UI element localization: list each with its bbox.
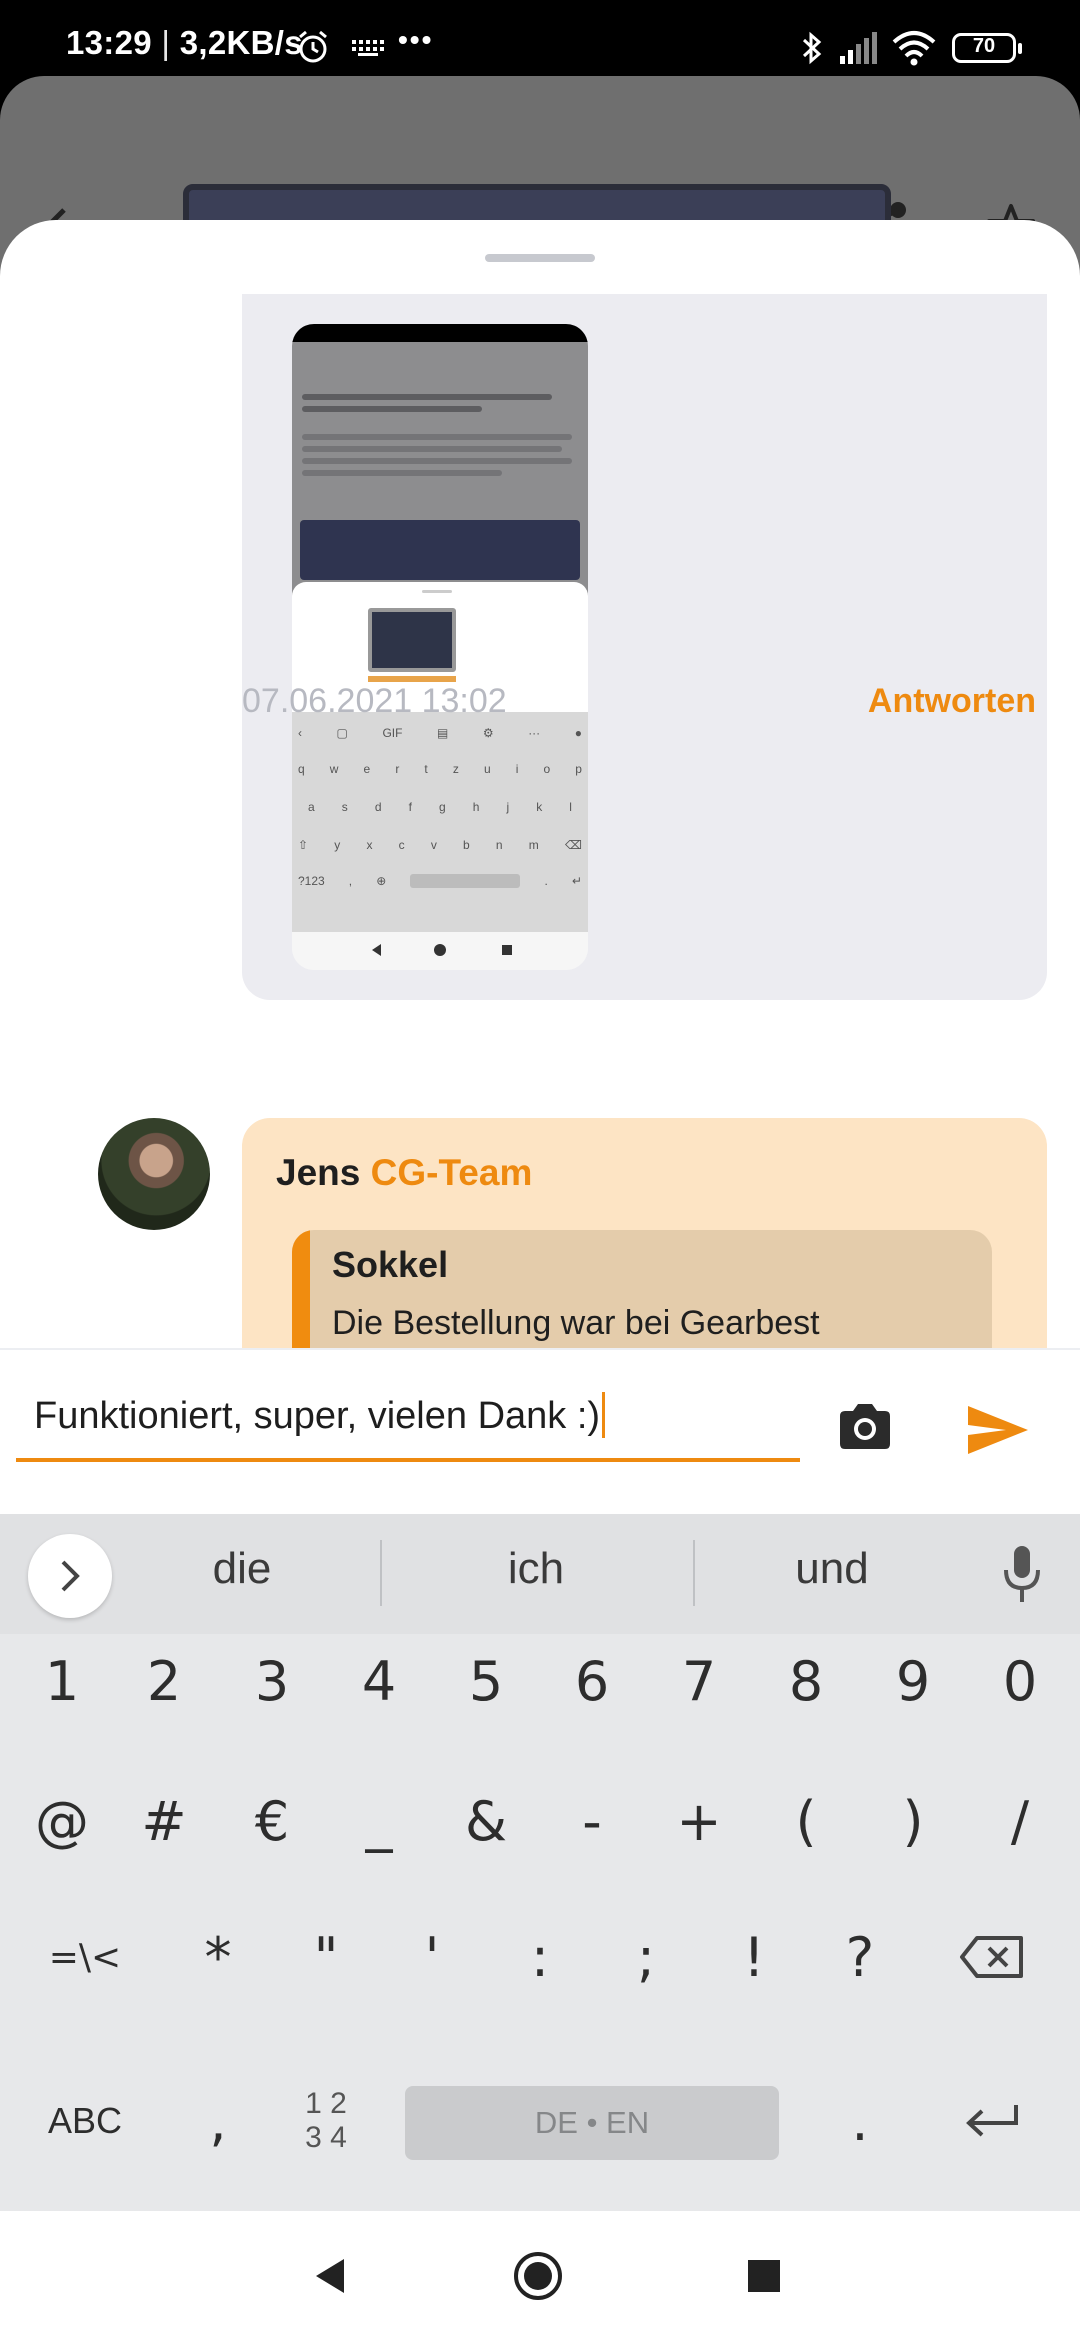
reply-button[interactable]: Antworten xyxy=(868,682,1036,721)
author-name: Jens xyxy=(276,1152,361,1193)
quote-text: Die Bestellung war bei Gearbest xyxy=(332,1304,820,1342)
comment-composer: Funktioniert, super, vielen Dank :) xyxy=(0,1348,1080,1514)
attached-screenshot-image[interactable]: ‹ ▢ GIF ▤ ⚙ ··· ● qwertzuiop asdfghjkl ⇧ y x c v b n… xyxy=(292,324,588,970)
keyboard-row-symbols-2: =\< * " ' : ; ! ? xyxy=(0,1902,1080,2012)
suggestion-1[interactable]: die xyxy=(142,1544,342,1594)
abc-key[interactable]: ABC xyxy=(20,2054,150,2188)
enter-icon xyxy=(966,2105,1018,2137)
key-asterisk[interactable]: * xyxy=(164,1902,272,2012)
team-message-bubble: Jens CG-Team Sokkel Die Bestellung war b… xyxy=(242,1118,1047,1350)
key-5[interactable]: 5 xyxy=(432,1626,540,1736)
backspace-icon xyxy=(960,1936,1023,1978)
more-notifications-icon: ••• xyxy=(398,24,434,55)
status-bar: 13:29 | 3,2KB/s ••• 70 xyxy=(0,0,1080,76)
key-question[interactable]: ? xyxy=(806,1902,914,2012)
system-navigation-bar xyxy=(0,2211,1080,2340)
quote-author: Sokkel xyxy=(332,1244,449,1285)
key-4[interactable]: 4 xyxy=(325,1626,433,1736)
suggestion-divider xyxy=(693,1540,695,1606)
key-paren-open[interactable]: ( xyxy=(752,1766,860,1876)
battery-level: 70 xyxy=(972,35,996,57)
chevron-right-icon xyxy=(61,1560,80,1592)
status-time: 13:29 | 3,2KB/s xyxy=(66,24,303,61)
key-9[interactable]: 9 xyxy=(859,1626,967,1736)
numpad-top: 1 2 xyxy=(305,2087,347,2120)
key-minus[interactable]: - xyxy=(538,1766,646,1876)
key-period[interactable]: . xyxy=(806,2054,914,2188)
author-role-badge: CG-Team xyxy=(370,1152,533,1193)
quoted-message[interactable]: Sokkel Die Bestellung war bei Gearbest xyxy=(292,1230,992,1350)
nav-back-button[interactable] xyxy=(280,2211,380,2340)
expand-toolbar-button[interactable] xyxy=(28,1534,112,1618)
key-1[interactable]: 1 xyxy=(8,1626,116,1736)
avatar[interactable] xyxy=(98,1118,210,1230)
camera-icon[interactable] xyxy=(836,1402,894,1452)
numpad-bottom: 3 4 xyxy=(305,2121,347,2154)
key-more-symbols[interactable]: =\< xyxy=(20,1902,150,2012)
keyboard-row-symbols-1: @ # € _ & - + ( ) / xyxy=(0,1766,1080,1876)
suggestion-3[interactable]: und xyxy=(732,1544,932,1594)
comment-input[interactable]: Funktioniert, super, vielen Dank :) xyxy=(16,1368,800,1462)
numpad-key[interactable]: 1 2 3 4 xyxy=(272,2054,380,2188)
nav-back-icon xyxy=(316,2258,344,2293)
comment-input-text: Funktioniert, super, vielen Dank :) xyxy=(34,1395,601,1437)
message-timestamp: 07.06.2021 13:02 xyxy=(242,682,507,720)
key-colon[interactable]: : xyxy=(486,1902,594,2012)
sheet-drag-handle[interactable] xyxy=(485,254,595,262)
key-exclamation[interactable]: ! xyxy=(700,1902,808,2012)
network-speed: 3,2KB/s xyxy=(179,24,303,61)
text-cursor xyxy=(602,1392,606,1438)
nav-recents-icon xyxy=(748,2259,780,2292)
key-underscore[interactable]: _ xyxy=(325,1766,433,1876)
enter-key[interactable] xyxy=(936,2054,1048,2188)
message-author: Jens CG-Team xyxy=(276,1152,532,1194)
nav-home-icon xyxy=(514,2251,562,2300)
nav-recents-button[interactable] xyxy=(714,2211,814,2340)
comments-sheet: ‹ ▢ GIF ▤ ⚙ ··· ● qwertzuiop asdfghjkl ⇧ y x c v b n… xyxy=(0,220,1080,1350)
clock: 13:29 xyxy=(66,24,152,61)
send-icon[interactable] xyxy=(966,1404,1030,1456)
key-7[interactable]: 7 xyxy=(645,1626,753,1736)
battery-icon: 70 xyxy=(952,33,1022,63)
key-comma[interactable]: , xyxy=(164,2054,272,2188)
key-double-quote[interactable]: " xyxy=(272,1902,380,2012)
backspace-key[interactable] xyxy=(936,1902,1048,2012)
alarm-icon xyxy=(299,30,327,63)
wifi-icon xyxy=(892,31,936,66)
key-3[interactable]: 3 xyxy=(218,1626,326,1736)
key-6[interactable]: 6 xyxy=(538,1626,646,1736)
key-plus[interactable]: + xyxy=(645,1766,753,1876)
key-0[interactable]: 0 xyxy=(966,1626,1074,1736)
key-semicolon[interactable]: ; xyxy=(592,1902,700,2012)
key-at[interactable]: @ xyxy=(8,1766,116,1876)
suggestion-2[interactable]: ich xyxy=(436,1544,636,1594)
key-euro[interactable]: € xyxy=(218,1766,326,1876)
signal-icon xyxy=(840,32,877,64)
key-slash[interactable]: / xyxy=(966,1766,1074,1876)
key-paren-close[interactable]: ) xyxy=(859,1766,967,1876)
microphone-icon[interactable] xyxy=(1002,1544,1042,1604)
suggestion-bar: die ich und xyxy=(0,1514,1080,1634)
key-2[interactable]: 2 xyxy=(110,1626,218,1736)
key-single-quote[interactable]: ' xyxy=(378,1902,486,2012)
bluetooth-icon xyxy=(802,31,822,65)
keyboard-row-digits: 1 2 3 4 5 6 7 8 9 0 xyxy=(0,1626,1080,1736)
key-ampersand[interactable]: & xyxy=(432,1766,540,1876)
suggestion-divider xyxy=(380,1540,382,1606)
nav-home-button[interactable] xyxy=(488,2211,588,2340)
keyboard-status-icon xyxy=(352,40,384,56)
space-bar[interactable]: DE • EN xyxy=(405,2086,779,2160)
key-8[interactable]: 8 xyxy=(752,1626,860,1736)
key-hash[interactable]: # xyxy=(110,1766,218,1876)
